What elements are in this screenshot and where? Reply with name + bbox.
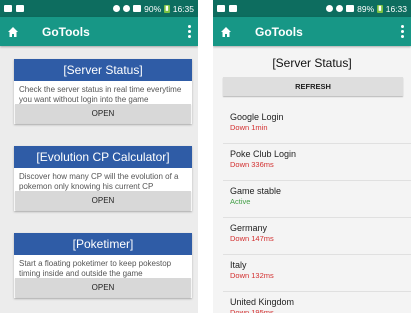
signal-icon xyxy=(346,5,355,12)
server-state: Down 336ms xyxy=(230,160,274,169)
server-state: Down 195ms xyxy=(230,308,274,313)
overflow-menu-icon[interactable] xyxy=(399,25,405,38)
phone-screen-server-status: 89% ▮ 16:33 GoTools [Server Status] REFR… xyxy=(213,0,411,313)
clock: 16:33 xyxy=(385,3,407,14)
server-name: Game stable xyxy=(230,186,282,196)
clock: 16:35 xyxy=(172,3,194,14)
page-title: [Server Status] xyxy=(272,56,352,70)
server-item-poke-club-login: Poke Club Login Down 336ms xyxy=(213,144,411,180)
home-icon[interactable] xyxy=(6,25,20,39)
overflow-menu-icon[interactable] xyxy=(186,25,192,38)
server-list: Google Login Down 1min Poke Club Login D… xyxy=(213,107,411,313)
server-item-italy: Italy Down 132ms xyxy=(213,255,411,291)
vibrate-icon xyxy=(113,5,121,12)
card-evolution-cp-calculator: [Evolution CP Calculator] Discover how m… xyxy=(14,146,192,211)
server-state: Down 147ms xyxy=(230,234,274,243)
app-bar: GoTools xyxy=(213,17,411,46)
server-state: Active xyxy=(230,197,251,206)
phone-screen-tools: 90% ▮ 16:35 GoTools [Server Status] Chec… xyxy=(0,0,198,313)
status-bar: 90% ▮ 16:35 xyxy=(0,0,198,17)
vibrate-icon xyxy=(326,5,334,12)
battery-percent: 90% xyxy=(144,3,162,14)
app-title: GoTools xyxy=(42,24,90,39)
server-name: Italy xyxy=(230,260,247,270)
open-cp-calculator-button[interactable]: OPEN xyxy=(15,191,191,210)
card-server-status: [Server Status] Check the server status … xyxy=(14,59,192,124)
server-name: Google Login xyxy=(230,112,284,122)
notification-icon xyxy=(4,5,12,12)
signal-icon xyxy=(133,5,142,12)
card-description: Start a floating poketimer to keep pokes… xyxy=(19,259,172,278)
wifi-icon xyxy=(123,5,131,12)
server-name: United Kingdom xyxy=(230,297,295,307)
battery-icon: ▮ xyxy=(164,4,170,13)
open-server-status-button[interactable]: OPEN xyxy=(15,104,191,123)
status-bar: 89% ▮ 16:33 xyxy=(213,0,411,17)
card-title: [Server Status] xyxy=(14,59,192,81)
server-name: Germany xyxy=(230,223,268,233)
app-title: GoTools xyxy=(255,24,303,39)
server-state: Down 132ms xyxy=(230,271,274,280)
card-description: Discover how many CP will the evolution … xyxy=(19,172,179,191)
server-item-united-kingdom: United Kingdom Down 195ms xyxy=(213,292,411,313)
battery-icon: ▮ xyxy=(377,4,383,13)
server-item-google-login: Google Login Down 1min xyxy=(213,107,411,143)
image-notification-icon xyxy=(16,5,24,12)
server-name: Poke Club Login xyxy=(230,149,297,159)
card-description: Check the server status in real time eve… xyxy=(19,85,182,104)
server-state: Down 1min xyxy=(230,123,268,132)
wifi-icon xyxy=(336,5,344,12)
refresh-button[interactable]: REFRESH xyxy=(223,77,403,96)
app-bar: GoTools xyxy=(0,17,198,46)
server-item-germany: Germany Down 147ms xyxy=(213,218,411,254)
open-poketimer-button[interactable]: OPEN xyxy=(15,278,191,297)
card-poketimer: [Poketimer] Start a floating poketimer t… xyxy=(14,233,192,298)
battery-percent: 89% xyxy=(357,3,375,14)
home-icon[interactable] xyxy=(219,25,233,39)
server-item-game-stable: Game stable Active xyxy=(213,181,411,217)
card-title: [Poketimer] xyxy=(14,233,192,255)
image-notification-icon xyxy=(229,5,237,12)
notification-icon xyxy=(217,5,225,12)
card-title: [Evolution CP Calculator] xyxy=(14,146,192,168)
